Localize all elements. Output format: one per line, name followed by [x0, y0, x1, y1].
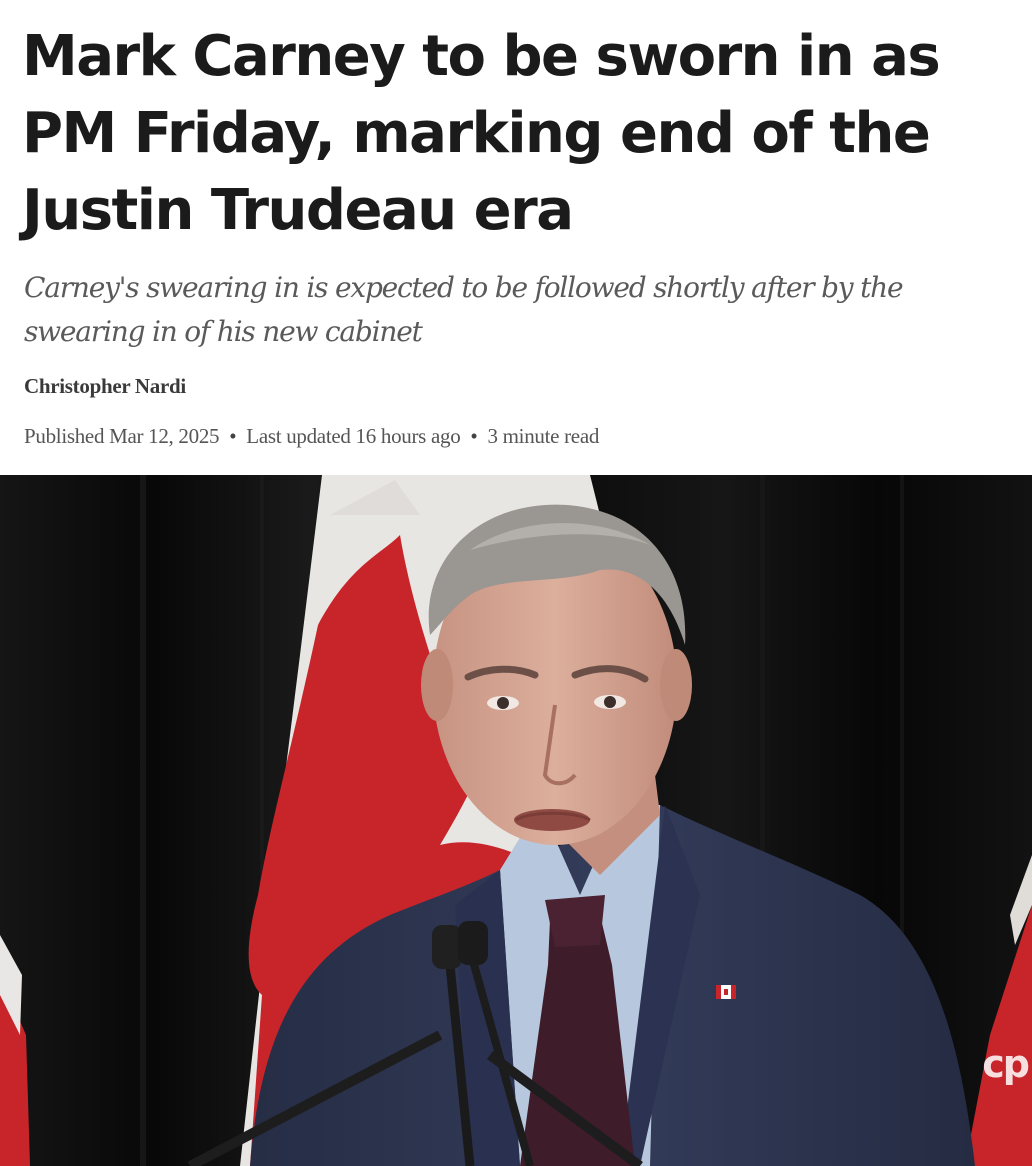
separator-dot: •	[229, 424, 237, 448]
cp-watermark: cp	[982, 1042, 1030, 1086]
hero-photo: cp	[0, 475, 1032, 1166]
last-updated: Last updated 16 hours ago	[246, 424, 461, 448]
read-time: 3 minute read	[487, 424, 600, 448]
separator-dot: •	[470, 424, 478, 448]
headline: Mark Carney to be sworn in as PM Friday,…	[22, 24, 941, 243]
published-date: Published Mar 12, 2025	[24, 424, 220, 448]
article-header: Mark Carney to be sworn in as PM Friday,…	[0, 0, 1032, 475]
hero-photo-illustration	[0, 475, 1032, 1166]
author-link[interactable]: Christopher Nardi	[24, 374, 186, 399]
subtitle: Carney's swearing in is expected to be f…	[24, 271, 904, 348]
article-meta: Published Mar 12, 2025 • Last updated 16 h…	[24, 424, 599, 449]
